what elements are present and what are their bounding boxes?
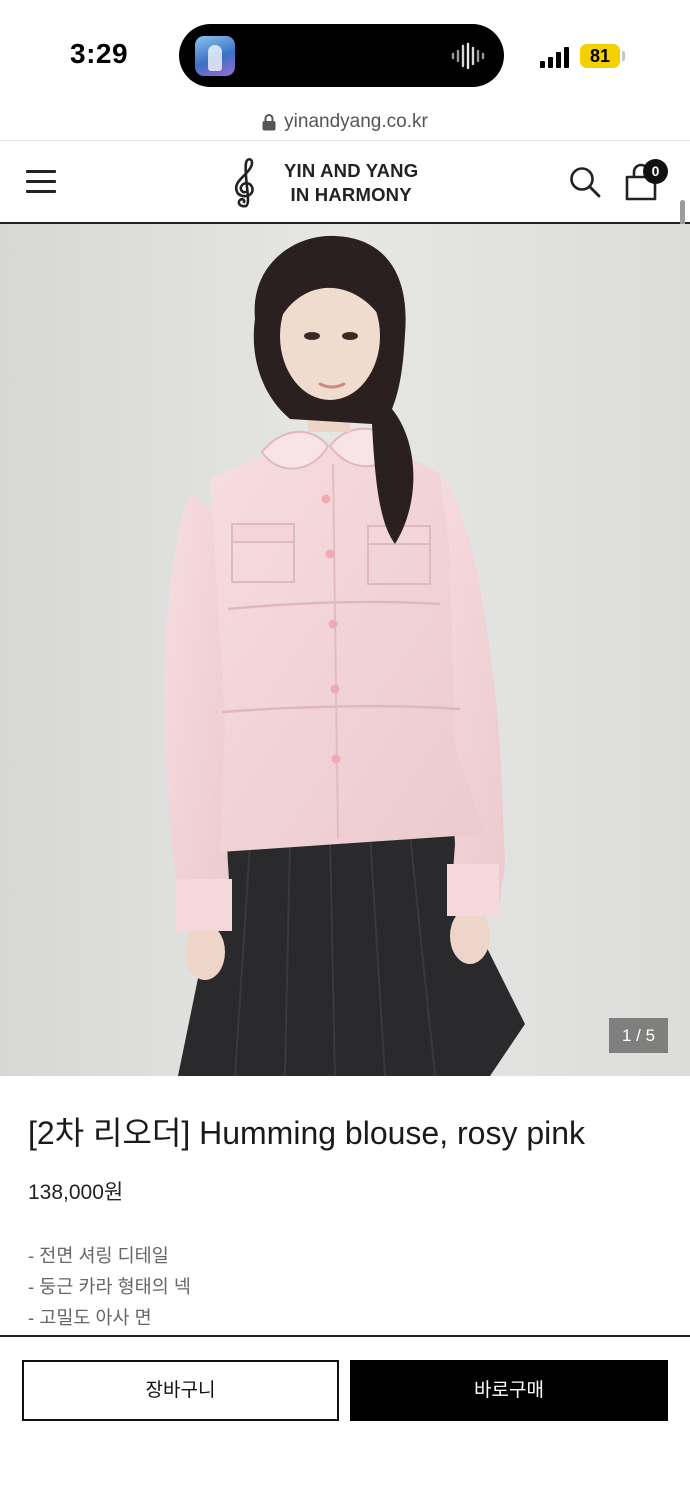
product-image[interactable] <box>0 224 690 1076</box>
brand-line-1: YIN AND YANG <box>284 160 419 181</box>
now-playing-artwork-icon <box>195 36 235 76</box>
browser-url-bar[interactable]: yinandyang.co.kr <box>0 104 690 141</box>
add-to-cart-button[interactable]: 장바구니 <box>22 1360 339 1421</box>
hamburger-menu-icon[interactable] <box>26 168 56 194</box>
model-photo-illustration <box>0 224 690 1076</box>
product-title: [2차 리오더] Humming blouse, rosy pink <box>28 1115 586 1151</box>
brand-line-2: IN HARMONY <box>290 184 412 205</box>
status-bar: 3:29 81 <box>0 0 690 104</box>
feature-item: - 둥근 카라 형태의 넥 <box>28 1276 191 1297</box>
brand-logo[interactable]: YIN AND YANG IN HARMONY <box>226 155 418 211</box>
site-header: YIN AND YANG IN HARMONY 0 <box>0 141 690 224</box>
status-time: 3:29 <box>70 38 129 69</box>
audio-waveform-icon <box>451 42 485 70</box>
dynamic-island[interactable] <box>179 24 504 87</box>
search-icon[interactable] <box>569 166 601 198</box>
buy-now-button[interactable]: 바로구매 <box>350 1360 668 1421</box>
url-text: yinandyang.co.kr <box>284 111 428 132</box>
feature-item: - 전면 셔링 디테일 <box>28 1245 169 1266</box>
battery-level: 81 <box>580 44 620 68</box>
feature-item: - 고밀도 아사 면 <box>28 1307 152 1328</box>
battery-cap <box>622 51 625 61</box>
lock-icon <box>262 114 276 131</box>
product-price: 138,000원 <box>28 1181 124 1204</box>
cart-count-badge: 0 <box>643 159 668 184</box>
brand-name: YIN AND YANG IN HARMONY <box>284 159 418 207</box>
treble-clef-icon <box>234 157 254 208</box>
feature-list: - 전면 셔링 디테일 - 둥근 카라 형태의 넥 - 고밀도 아사 면 <box>28 1240 191 1333</box>
purchase-action-bar: 장바구니 바로구매 <box>0 1335 690 1500</box>
cellular-signal-icon <box>540 47 569 68</box>
image-counter: 1 / 5 <box>609 1018 668 1053</box>
